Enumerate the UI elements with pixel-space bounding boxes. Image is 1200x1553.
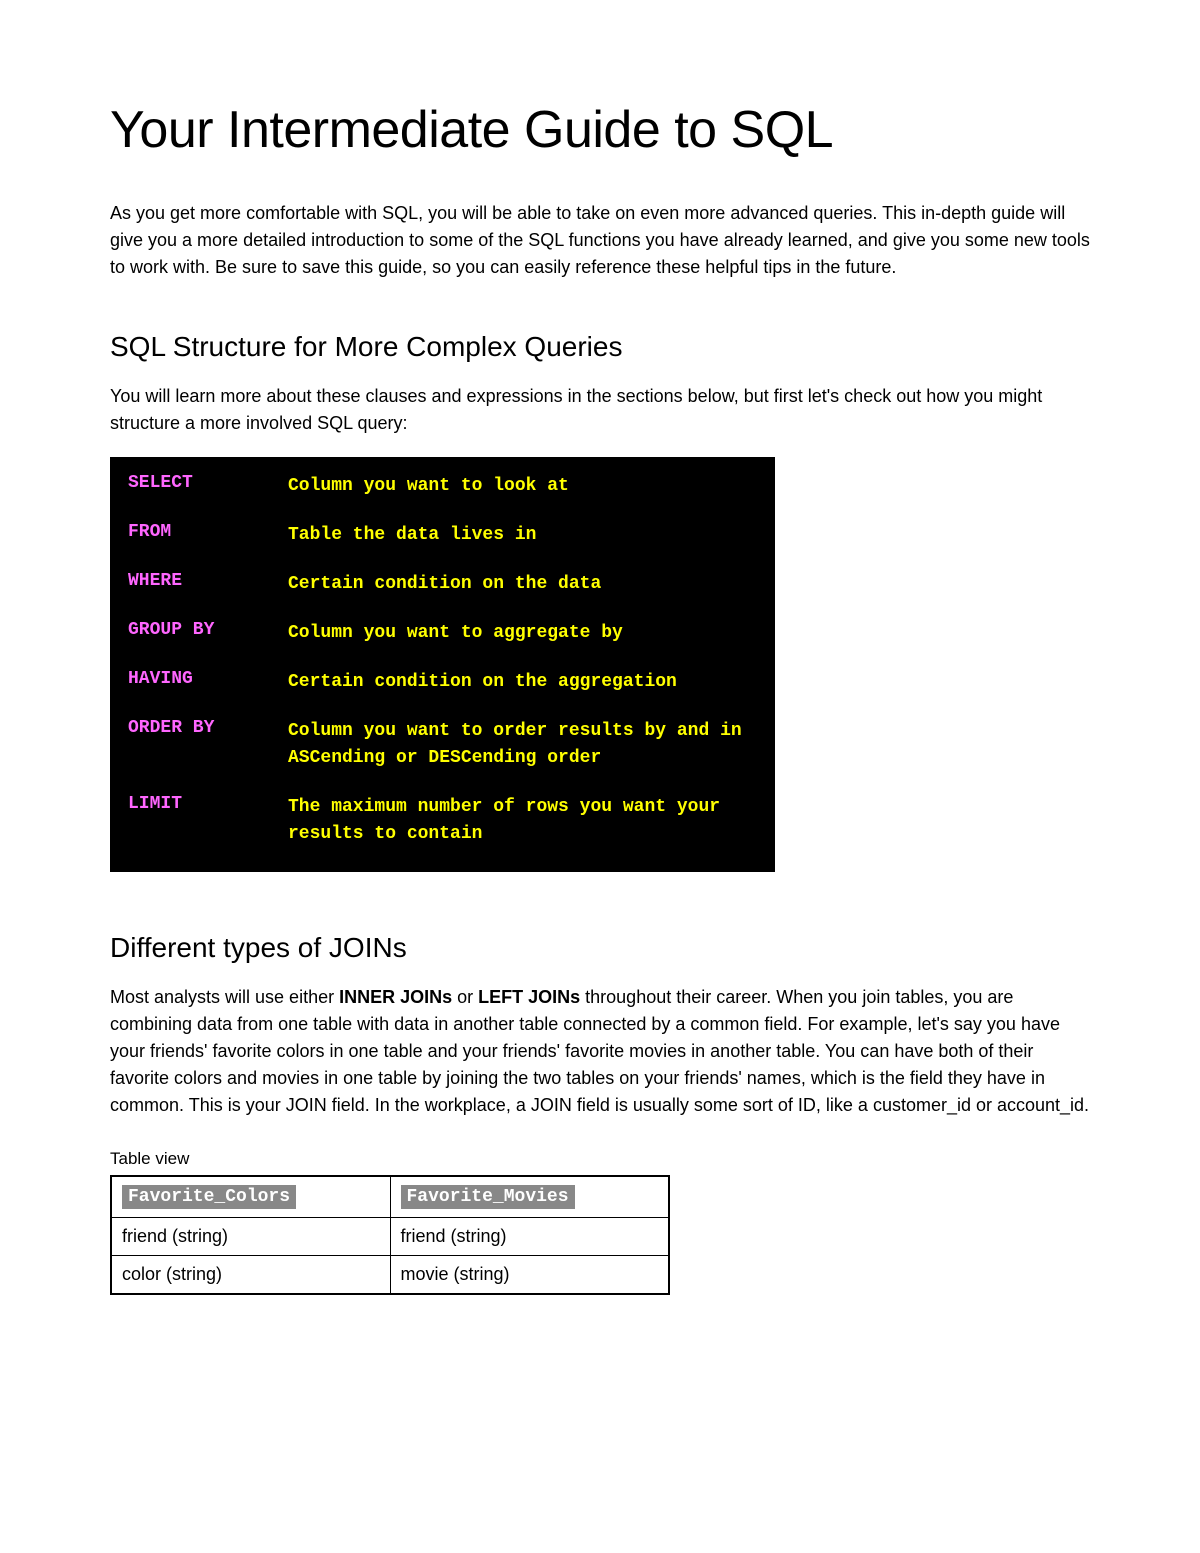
section-heading-joins: Different types of JOINs [110, 932, 1090, 964]
section-body-joins: Most analysts will use either INNER JOIN… [110, 984, 1090, 1119]
sql-description: Certain condition on the aggregation [288, 669, 677, 696]
section-body-sql-structure: You will learn more about these clauses … [110, 383, 1090, 437]
sql-keyword: FROM [128, 522, 288, 549]
table-cell: color (string) [111, 1256, 390, 1295]
code-row: HAVING Certain condition on the aggregat… [128, 669, 757, 696]
table-caption: Table view [110, 1149, 1090, 1169]
sql-keyword: SELECT [128, 473, 288, 500]
sql-description: Certain condition on the data [288, 571, 601, 598]
code-row: GROUP BY Column you want to aggregate by [128, 620, 757, 647]
table-row: color (string) movie (string) [111, 1256, 669, 1295]
page-title: Your Intermediate Guide to SQL [110, 100, 1090, 160]
section-heading-sql-structure: SQL Structure for More Complex Queries [110, 331, 1090, 363]
intro-paragraph: As you get more comfortable with SQL, yo… [110, 200, 1090, 281]
sql-keyword: HAVING [128, 669, 288, 696]
code-row: ORDER BY Column you want to order result… [128, 718, 757, 772]
table-header-badge: Favorite_Movies [401, 1185, 575, 1209]
table-header-cell: Favorite_Colors [111, 1176, 390, 1218]
sql-keyword: LIMIT [128, 794, 288, 848]
table-row: friend (string) friend (string) [111, 1218, 669, 1256]
join-tables-view: Favorite_Colors Favorite_Movies friend (… [110, 1175, 670, 1295]
bold-left-joins: LEFT JOINs [478, 987, 580, 1007]
table-row: Favorite_Colors Favorite_Movies [111, 1176, 669, 1218]
sql-description: Column you want to order results by and … [288, 718, 757, 772]
code-row: FROM Table the data lives in [128, 522, 757, 549]
table-header-badge: Favorite_Colors [122, 1185, 296, 1209]
sql-keyword: GROUP BY [128, 620, 288, 647]
table-cell: friend (string) [390, 1218, 669, 1256]
sql-description: The maximum number of rows you want your… [288, 794, 757, 848]
code-row: SELECT Column you want to look at [128, 473, 757, 500]
bold-inner-joins: INNER JOINs [339, 987, 452, 1007]
sql-keyword: WHERE [128, 571, 288, 598]
sql-keyword: ORDER BY [128, 718, 288, 772]
sql-description: Column you want to aggregate by [288, 620, 623, 647]
table-header-cell: Favorite_Movies [390, 1176, 669, 1218]
code-row: WHERE Certain condition on the data [128, 571, 757, 598]
sql-structure-code-block: SELECT Column you want to look at FROM T… [110, 457, 775, 872]
code-row: LIMIT The maximum number of rows you wan… [128, 794, 757, 848]
sql-description: Table the data lives in [288, 522, 536, 549]
table-cell: movie (string) [390, 1256, 669, 1295]
text-fragment: or [452, 987, 478, 1007]
table-cell: friend (string) [111, 1218, 390, 1256]
text-fragment: Most analysts will use either [110, 987, 339, 1007]
sql-description: Column you want to look at [288, 473, 569, 500]
